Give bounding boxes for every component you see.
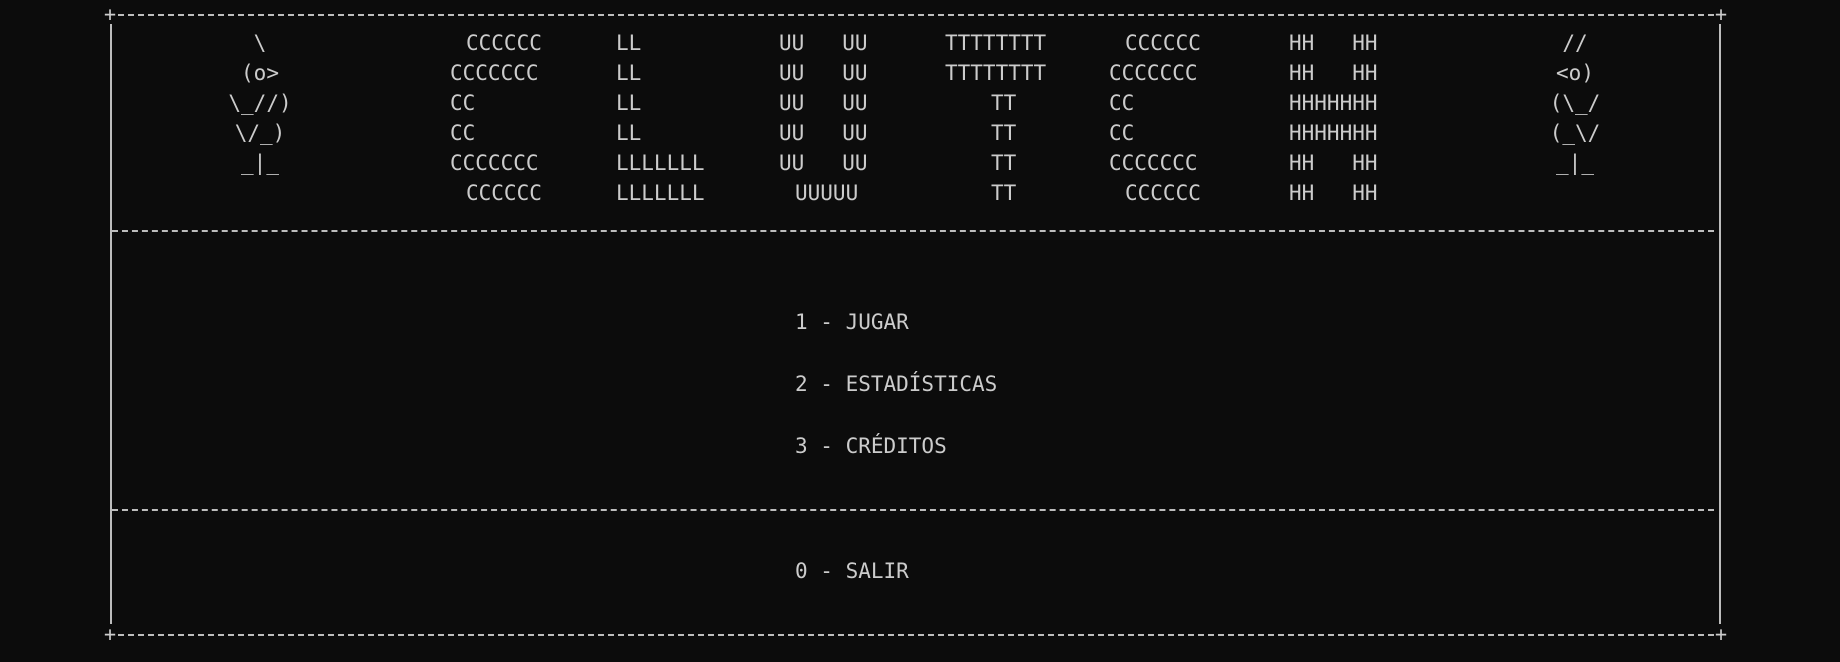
title-line: CCCCCC xyxy=(466,181,542,205)
title-line: UU UU xyxy=(779,91,868,115)
title-line: LL xyxy=(616,121,642,145)
title-line: CCCCCCC xyxy=(1109,151,1198,175)
right-mascot-line: // xyxy=(1562,31,1588,55)
title-line: TTTTTTTT xyxy=(945,61,1047,85)
title-letter-u: UU UU UU UU UU UU UU UU UU UU UUUUU xyxy=(779,28,868,208)
right-mascot-line: _|_ xyxy=(1556,151,1594,175)
bottom-border xyxy=(118,634,1714,636)
title-line: UU UU xyxy=(779,31,868,55)
right-mascot-line: (_\/ xyxy=(1549,121,1601,145)
title-line: TT xyxy=(991,181,1017,205)
left-mascot-line: \_//) xyxy=(228,91,292,115)
right-mascot-line: (\_/ xyxy=(1549,91,1601,115)
title-line: CCCCCC xyxy=(1125,181,1201,205)
title-line: TTTTTTTT xyxy=(945,31,1047,55)
right-mascot: // <o) (\_/ (_\/ _|_ xyxy=(1465,28,1685,178)
menu-item-jugar[interactable]: 1 - JUGAR xyxy=(795,307,909,337)
title-line: TT xyxy=(991,121,1017,145)
title-letter-c: CCCCCC CCCCCCC CC CC CCCCCCC CCCCCC xyxy=(1109,28,1201,208)
title-line: LL xyxy=(616,61,642,85)
title-letter-t: TTTTTTTT TTTTTTTT TT TT TT TT xyxy=(945,28,1075,208)
title-line: HH HH xyxy=(1289,31,1378,55)
title-line: UUUUU xyxy=(795,181,859,205)
title-line: HHHHHHH xyxy=(1289,91,1378,115)
top-border xyxy=(118,14,1714,16)
menu-item-estadisticas[interactable]: 2 - ESTADÍSTICAS xyxy=(795,369,997,399)
title-line: HH HH xyxy=(1289,61,1378,85)
title-line: CCCCCC xyxy=(466,31,542,55)
menu-item-salir[interactable]: 0 - SALIR xyxy=(795,556,909,586)
left-border xyxy=(110,24,112,624)
left-mascot-line: (o> xyxy=(241,61,279,85)
title-line: CC xyxy=(450,91,476,115)
title-letter-l: LL LL LL LL LLLLLLL LLLLLLL xyxy=(616,28,705,208)
title-line: TT xyxy=(991,151,1017,175)
title-line: CCCCCCC xyxy=(450,61,539,85)
title-line: HHHHHHH xyxy=(1289,121,1378,145)
corner-top-right: + xyxy=(1714,2,1728,26)
title-line: LLLLLLL xyxy=(616,151,705,175)
title-line: HH HH xyxy=(1289,181,1378,205)
corner-bottom-right: + xyxy=(1714,622,1728,646)
title-line: LL xyxy=(616,91,642,115)
corner-bottom-left: + xyxy=(103,622,117,646)
title-line: CC xyxy=(450,121,476,145)
right-mascot-line: <o) xyxy=(1556,61,1594,85)
title-line: CCCCCCC xyxy=(450,151,539,175)
title-letter-c: CCCCCC CCCCCCC CC CC CCCCCCC CCCCCC xyxy=(450,28,542,208)
title-letter-h: HH HH HH HH HHHHHHH HHHHHHH HH HH HH HH xyxy=(1289,28,1378,208)
menu-item-creditos[interactable]: 3 - CRÉDITOS xyxy=(795,431,947,461)
title-line: CCCCCC xyxy=(1125,31,1201,55)
title-line: CC xyxy=(1109,121,1135,145)
left-mascot: \ (o> \_//) \/_) _|_ xyxy=(150,28,370,178)
title-line: LLLLLLL xyxy=(616,181,705,205)
left-mascot-line: _|_ xyxy=(241,151,279,175)
left-mascot-line: \ xyxy=(253,31,267,55)
banner-divider xyxy=(112,230,1714,232)
title-line: HH HH xyxy=(1289,151,1378,175)
corner-top-left: + xyxy=(103,2,117,26)
title-line: UU UU xyxy=(779,61,868,85)
left-mascot-line: \/_) xyxy=(234,121,286,145)
title-line: CC xyxy=(1109,91,1135,115)
title-line: UU UU xyxy=(779,121,868,145)
title-line: TT xyxy=(991,91,1017,115)
title-line: UU UU xyxy=(779,151,868,175)
menu-divider xyxy=(112,509,1714,511)
title-line: LL xyxy=(616,31,642,55)
right-border xyxy=(1719,24,1721,624)
title-line: CCCCCCC xyxy=(1109,61,1198,85)
